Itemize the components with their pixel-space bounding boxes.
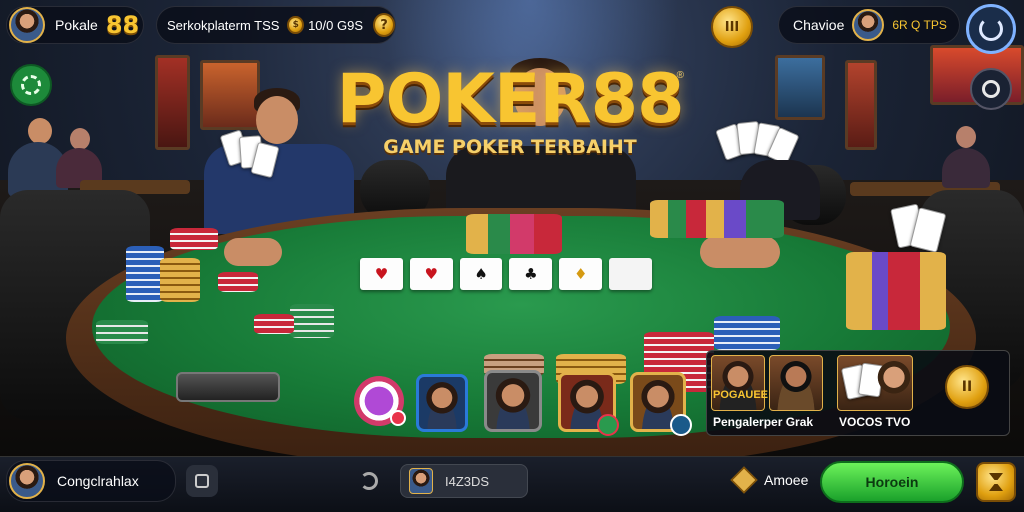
help-button[interactable]: ? (373, 13, 395, 37)
chip-stack (714, 316, 780, 350)
hourglass-icon (989, 473, 1003, 491)
community-card: ♣ (509, 258, 553, 290)
player-thumb[interactable] (711, 355, 765, 411)
player-hand (224, 238, 282, 266)
settings-button[interactable] (966, 4, 1016, 54)
room-info: Serkokplaterm TSS (167, 17, 280, 33)
seat-avatar[interactable] (416, 374, 468, 432)
back-icon (982, 80, 1000, 98)
chip-stack (466, 214, 562, 254)
opponent-avatar (852, 9, 885, 41)
player-hand (700, 236, 780, 268)
chip-stack (290, 304, 334, 338)
player-avatar (9, 7, 45, 43)
player-name: Pokale (55, 17, 98, 33)
panel-right-label: VOCOS TVO (839, 415, 911, 429)
registered-mark: ® (676, 70, 684, 81)
speaker-button[interactable] (186, 465, 218, 497)
logo-subtitle: GAME POKER TERBAIHT (383, 136, 637, 158)
chip-stack (96, 320, 148, 344)
players-panel: POGAUEE Pengalerper Grak VOCOS TVO II (706, 350, 1010, 436)
community-cards: ♥ ♥ ♠ ♣ ♦ (360, 258, 652, 292)
recycle-button[interactable] (10, 64, 52, 106)
seat-avatar[interactable] (484, 370, 542, 432)
community-card (609, 258, 652, 290)
user-name: Congclrahlax (57, 473, 139, 489)
opponent-name: Chavioe (793, 17, 845, 33)
panel-bottom-label: Pengalerper Grak (713, 415, 814, 429)
player-thumb[interactable] (837, 355, 914, 412)
chip-stack (218, 272, 258, 292)
chip-stack (650, 200, 784, 238)
seat-status-icon (670, 414, 692, 436)
balance-display: I4Z3DS (400, 464, 528, 498)
background-patron-right (940, 120, 1024, 190)
bet-chip-button[interactable] (354, 376, 406, 426)
community-card: ♥ (409, 258, 453, 290)
action-label[interactable]: Amoee (764, 472, 808, 488)
primary-action-button[interactable]: Horoein (820, 461, 964, 503)
opponent-info[interactable]: Chavioe 6R Q TPS (778, 6, 960, 44)
panel-top-label: POGAUEE (713, 389, 769, 401)
game-logo: POKER88 GAME POKER TERBAIHT ® (330, 60, 690, 159)
chip-stack (160, 258, 200, 302)
balance-value: I4Z3DS (445, 473, 490, 489)
chip-amount: 10/0 G9S (308, 17, 363, 33)
user-avatar (9, 463, 45, 499)
menu-back-button[interactable] (970, 68, 1012, 110)
speaker-icon (195, 474, 209, 488)
sync-icon (360, 472, 378, 490)
community-card: ♠ (459, 258, 503, 290)
wall-poster (775, 55, 825, 120)
seat-status-icon (597, 414, 619, 436)
chip-tray (176, 372, 280, 402)
chip-stack (846, 252, 946, 330)
hourglass-button[interactable] (976, 462, 1016, 502)
wall-poster (845, 60, 877, 150)
chip-coin-icon: $ (287, 16, 305, 34)
logo-title: POKER88 (336, 60, 685, 139)
coin-button[interactable]: III (711, 6, 753, 48)
community-card: ♦ (559, 258, 603, 290)
chip-stack (170, 228, 218, 250)
balance-avatar (409, 468, 433, 494)
player-level: 88 (105, 11, 140, 39)
chip-stack (254, 314, 294, 334)
notification-dot (390, 410, 406, 426)
player-thumb[interactable] (769, 355, 823, 411)
refresh-icon (979, 17, 1003, 41)
user-profile[interactable]: Congclrahlax (6, 460, 176, 502)
player-profile[interactable]: Pokale 88 (6, 6, 144, 44)
recycle-icon (21, 75, 41, 95)
pause-button[interactable]: II (945, 365, 989, 409)
community-card: ♥ (360, 258, 403, 290)
opponent-stats: 6R Q TPS (892, 18, 947, 32)
room-info-bar: Serkokplaterm TSS $ 10/0 G9S ? (156, 6, 396, 44)
sync-button[interactable] (356, 468, 382, 494)
chip-stack (126, 246, 164, 302)
